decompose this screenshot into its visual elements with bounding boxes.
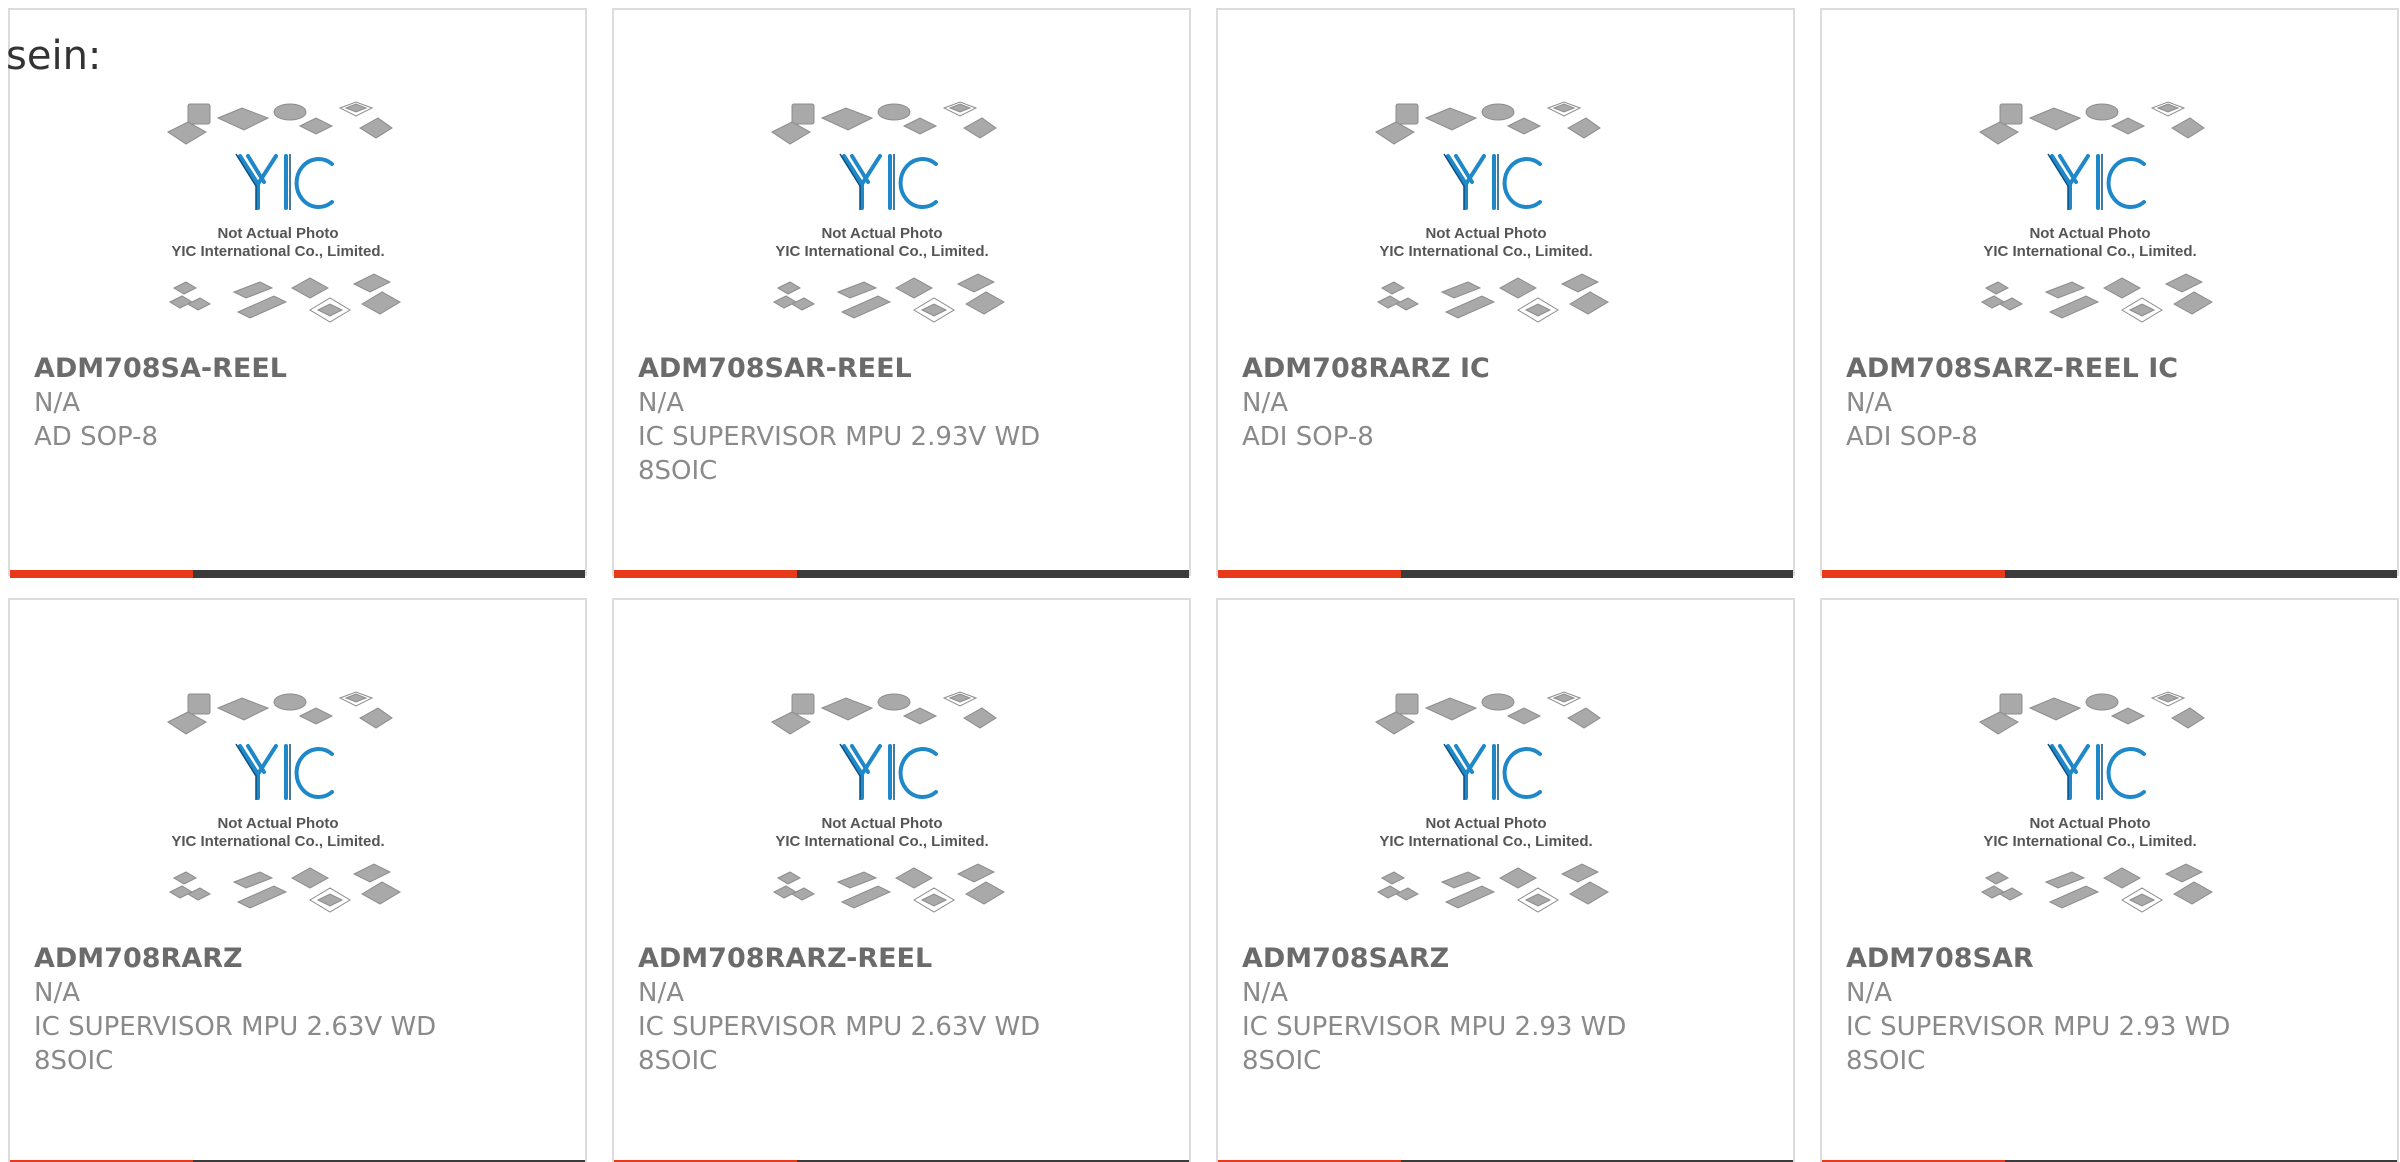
product-info: ADM708SA-REEL N/A AD SOP-8 [34, 352, 561, 454]
product-card[interactable]: Not Actual Photo YIC International Co., … [8, 598, 587, 1162]
product-info: ADM708SARZ-REEL IC N/A ADI SOP-8 [1846, 352, 2373, 454]
svg-text:YIC International Co., Limited: YIC International Co., Limited. [171, 243, 384, 260]
product-image[interactable]: Not Actual Photo YIC International Co., … [1972, 98, 2252, 348]
product-part-number[interactable]: ADM708RARZ-REEL [638, 942, 1165, 976]
product-manufacturer: N/A [638, 388, 684, 418]
product-image[interactable]: Not Actual Photo YIC International Co., … [1972, 688, 2252, 938]
product-manufacturer: N/A [1846, 978, 1892, 1008]
product-part-number[interactable]: ADM708SA-REEL [34, 352, 561, 386]
product-card[interactable]: Not Actual Photo YIC International Co., … [1216, 598, 1795, 1162]
product-info: ADM708SARZ N/A IC SUPERVISOR MPU 2.93 WD… [1242, 942, 1769, 1078]
svg-text:Not Actual Photo: Not Actual Photo [2029, 225, 2150, 242]
product-description: IC SUPERVISOR MPU 2.63V WD 8SOIC [638, 1012, 1041, 1076]
product-image[interactable]: Not Actual Photo YIC International Co., … [160, 98, 440, 348]
product-part-number[interactable]: ADM708RARZ IC [1242, 352, 1769, 386]
product-part-number[interactable]: ADM708SARZ [1242, 942, 1769, 976]
product-manufacturer: N/A [1846, 388, 1892, 418]
product-image[interactable]: Not Actual Photo YIC International Co., … [1368, 688, 1648, 938]
card-accent-bar [1218, 570, 1401, 578]
svg-text:YIC International Co., Limited: YIC International Co., Limited. [775, 833, 988, 850]
product-description: IC SUPERVISOR MPU 2.93 WD 8SOIC [1242, 1012, 1627, 1076]
product-card[interactable]: Not Actual Photo YIC International Co., … [1820, 598, 2399, 1162]
product-image[interactable]: Not Actual Photo YIC International Co., … [1368, 98, 1648, 348]
product-info: ADM708RARZ IC N/A ADI SOP-8 [1242, 352, 1769, 454]
svg-text:Not Actual Photo: Not Actual Photo [217, 225, 338, 242]
svg-text:Not Actual Photo: Not Actual Photo [217, 815, 338, 832]
card-bottom-bar [1822, 570, 2397, 578]
svg-text:YIC International Co., Limited: YIC International Co., Limited. [1379, 833, 1592, 850]
product-part-number[interactable]: ADM708SAR [1846, 942, 2373, 976]
product-info: ADM708RARZ-REEL N/A IC SUPERVISOR MPU 2.… [638, 942, 1165, 1078]
product-part-number[interactable]: ADM708RARZ [34, 942, 561, 976]
product-image[interactable]: Not Actual Photo YIC International Co., … [764, 688, 1044, 938]
svg-text:Not Actual Photo: Not Actual Photo [1425, 225, 1546, 242]
product-grid-page: sein: Not Actual Photo YIC International… [0, 0, 2400, 1162]
svg-text:Not Actual Photo: Not Actual Photo [2029, 815, 2150, 832]
product-card[interactable]: Not Actual Photo YIC International Co., … [1820, 8, 2399, 578]
product-card[interactable]: Not Actual Photo YIC International Co., … [1216, 8, 1795, 578]
svg-text:Not Actual Photo: Not Actual Photo [821, 815, 942, 832]
intro-text: sein: [6, 33, 102, 79]
svg-text:YIC International Co., Limited: YIC International Co., Limited. [1983, 833, 2196, 850]
product-description: IC SUPERVISOR MPU 2.93 WD 8SOIC [1846, 1012, 2231, 1076]
product-card[interactable]: Not Actual Photo YIC International Co., … [612, 8, 1191, 578]
card-bottom-bar [1218, 570, 1793, 578]
product-manufacturer: N/A [638, 978, 684, 1008]
svg-text:YIC International Co., Limited: YIC International Co., Limited. [1983, 243, 2196, 260]
product-card[interactable]: Not Actual Photo YIC International Co., … [612, 598, 1191, 1162]
card-accent-bar [1822, 570, 2005, 578]
product-info: ADM708SAR-REEL N/A IC SUPERVISOR MPU 2.9… [638, 352, 1165, 488]
product-manufacturer: N/A [1242, 388, 1288, 418]
svg-text:Not Actual Photo: Not Actual Photo [821, 225, 942, 242]
product-description: IC SUPERVISOR MPU 2.93V WD 8SOIC [638, 422, 1041, 486]
svg-text:Not Actual Photo: Not Actual Photo [1425, 815, 1546, 832]
card-accent-bar [614, 570, 797, 578]
product-description: ADI SOP-8 [1242, 422, 1374, 452]
svg-text:YIC International Co., Limited: YIC International Co., Limited. [775, 243, 988, 260]
product-image[interactable]: Not Actual Photo YIC International Co., … [764, 98, 1044, 348]
product-description: IC SUPERVISOR MPU 2.63V WD 8SOIC [34, 1012, 437, 1076]
product-image[interactable]: Not Actual Photo YIC International Co., … [160, 688, 440, 938]
product-info: ADM708RARZ N/A IC SUPERVISOR MPU 2.63V W… [34, 942, 561, 1078]
product-manufacturer: N/A [34, 388, 80, 418]
svg-text:YIC International Co., Limited: YIC International Co., Limited. [1379, 243, 1592, 260]
product-description: AD SOP-8 [34, 422, 159, 452]
svg-text:YIC International Co., Limited: YIC International Co., Limited. [171, 833, 384, 850]
product-manufacturer: N/A [34, 978, 80, 1008]
card-bottom-bar [614, 570, 1189, 578]
product-description: ADI SOP-8 [1846, 422, 1978, 452]
product-card[interactable]: Not Actual Photo YIC International Co., … [8, 8, 587, 578]
card-accent-bar [10, 570, 193, 578]
product-manufacturer: N/A [1242, 978, 1288, 1008]
product-info: ADM708SAR N/A IC SUPERVISOR MPU 2.93 WD … [1846, 942, 2373, 1078]
product-grid: Not Actual Photo YIC International Co., … [8, 8, 2400, 1162]
product-part-number[interactable]: ADM708SAR-REEL [638, 352, 1165, 386]
product-part-number[interactable]: ADM708SARZ-REEL IC [1846, 352, 2373, 386]
card-bottom-bar [10, 570, 585, 578]
